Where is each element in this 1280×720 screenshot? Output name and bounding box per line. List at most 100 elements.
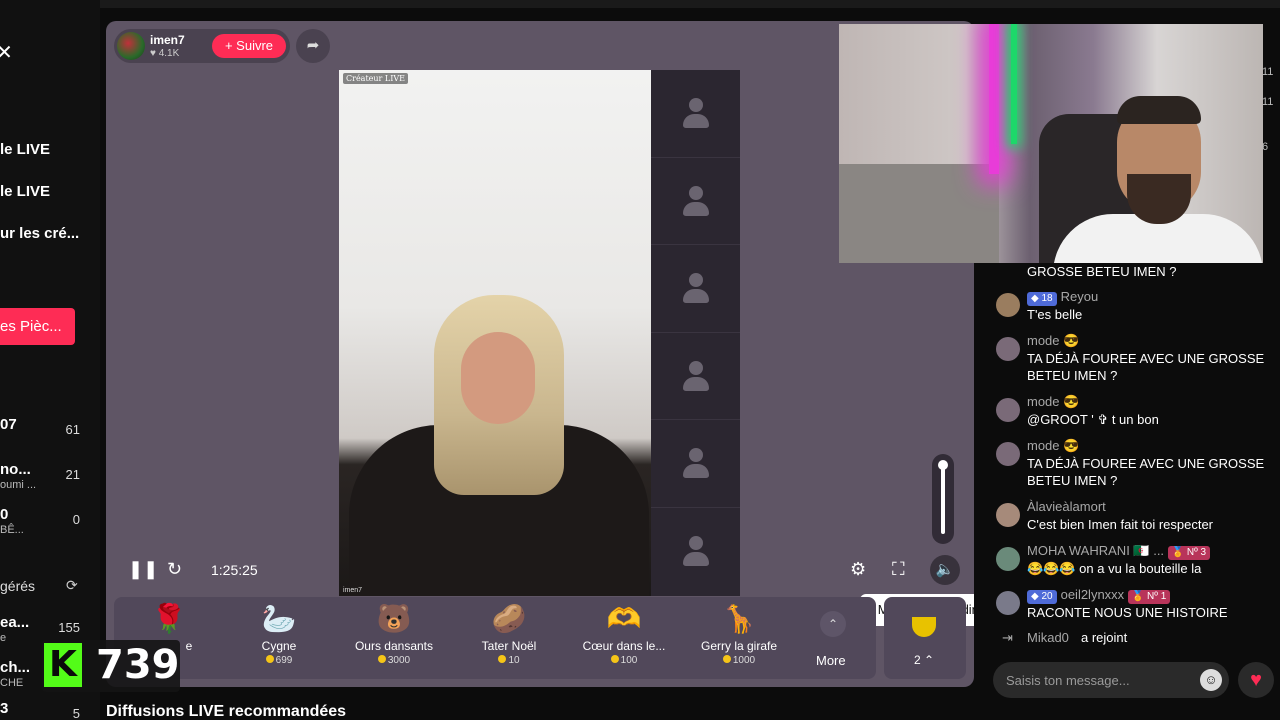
sidebar-link-creators[interactable]: ur les cré... [0,225,79,242]
volume-icon[interactable]: 🔈 [930,555,960,585]
person-placeholder-icon [683,535,709,568]
rank-badge-value: Nº 3 [1186,547,1207,558]
chat-username-text: oeil2lynxxx [1060,587,1125,602]
guest-slot[interactable] [651,158,740,246]
volume-slider[interactable] [932,454,954,544]
recommended-section-title: Diffusions LIVE recommandées [106,703,347,720]
person-placeholder-icon [683,360,709,393]
chat-message-text: TA DÉJÀ FOUREE AVEC UNE GROSSE BETEU IME… [1027,456,1265,488]
gift-name: Cygne [261,639,297,653]
heart-like-icon[interactable]: ♥ [1238,662,1274,698]
webcam-green-light [1011,24,1017,144]
chat-message-text: 😂😂😂 on a vu la bouteille la [1027,561,1202,576]
gift-price: 3000 [339,655,449,666]
kick-logo: K [44,643,82,687]
chat-message-text: RACONTE NOUS UNE HISTOIRE [1027,605,1228,620]
channel-subtitle: oumi ... [0,479,37,491]
gift-item[interactable]: 🫶 Cœur dans le... 100 [569,601,679,677]
gift-price-value: 3000 [387,655,411,666]
pause-icon[interactable]: ❚❚ [128,559,158,580]
level-badge: ◆ 18 [1027,292,1057,306]
level-badge-value: 18 [1041,293,1053,304]
guest-slot[interactable] [651,420,740,508]
chat-username[interactable]: Àlavieàlamort [1027,499,1106,514]
stream-time: 1:25:25 [211,562,258,578]
video-watermark: imen7 [343,587,363,594]
rank-badge-value: Nº 1 [1147,591,1167,602]
person-placeholder-icon [683,273,709,305]
follow-button[interactable]: + Suivre [212,34,286,58]
ranking-label: 2 ⌃ [914,653,934,667]
level-badge: ◆ 20 [1027,590,1057,604]
edge-number: 11 [1262,66,1274,78]
emoji-icon[interactable]: ☺ [1200,669,1222,691]
chat-username[interactable]: ◆ 18 Reyou [1027,289,1098,306]
gift-price: 100 [569,655,679,666]
host-info: imen7 ♥ 4.1K + Suivre [114,29,290,63]
avatar[interactable] [996,293,1020,317]
enter-icon: ⇥ [1002,630,1013,645]
close-icon[interactable]: ✕ [0,40,13,65]
chat-username[interactable]: MOHA WAHRANI 🇩🇿 ... 🏅 Nº 3 [1027,543,1214,560]
coins-button[interactable]: es Pièc... [0,308,75,345]
chat-username[interactable]: mode 😎 [1027,333,1079,349]
gift-item[interactable]: 🐻 Ours dansants 3000 [339,601,449,677]
gift-price-value: 100 [620,655,638,666]
settings-icon[interactable]: ⚙ [850,559,866,580]
avatar[interactable] [996,547,1020,571]
channel-count: 61 [65,422,80,437]
sidebar-link-live-2[interactable]: le LIVE [0,183,50,200]
host-avatar[interactable] [117,32,145,60]
channel-name: ea... [0,614,30,631]
sidebar-link-live-1[interactable]: le LIVE [0,141,50,158]
channel-name: 0 [0,506,9,523]
gift-bar: 🌹 e 🦢 Cygne 699 🐻 Ours dansants 3000 🥔 T… [114,597,876,679]
avatar[interactable] [996,442,1020,466]
guest-slot[interactable] [651,508,740,596]
webcam-hair [1117,96,1201,124]
avatar[interactable] [996,503,1020,527]
edge-number: 11 [1262,96,1274,108]
person-placeholder-icon [683,185,709,218]
guest-slot[interactable] [651,333,740,421]
gift-item[interactable]: 🦒 Gerry la girafe 1000 [684,601,794,677]
ranking-button[interactable]: 2 ⌃ [884,597,966,679]
fullscreen-icon[interactable]: ⛶ [892,559,905,580]
refresh-icon[interactable]: ⟳ [66,577,78,594]
avatar[interactable] [996,398,1020,422]
chat-username[interactable]: mode 😎 [1027,438,1079,454]
more-gifts-button[interactable]: More [816,653,846,668]
chat-username[interactable]: mode 😎 [1027,394,1079,410]
suggested-label: gérés [0,578,36,594]
replay-icon[interactable]: ↻ [167,559,182,580]
gift-price-value: 1000 [732,655,756,666]
level-badge-value: 20 [1041,591,1053,602]
chat-username[interactable]: ◆ 20 oeil2lynxxx 🏅 Nº 1 [1027,587,1174,604]
rank-badge: 🏅 Nº 3 [1167,546,1211,560]
host-likes: ♥ 4.1K [150,48,179,59]
guest-slot[interactable] [651,245,740,333]
chat-message-text: GROSSE BETEU IMEN ? [1027,264,1177,279]
volume-knob[interactable] [938,460,948,470]
avatar[interactable] [996,337,1020,361]
gift-item[interactable]: 🦢 Cygne 699 [224,601,334,677]
channel-count: 155 [58,620,80,635]
channel-subtitle: CHE [0,677,24,689]
chat-username-text: MOHA WAHRANI 🇩🇿 ... [1027,543,1165,558]
chat-message-text: T'es belle [1027,307,1083,322]
chat-message-input[interactable] [993,662,1229,698]
gift-item[interactable]: 🥔 Tater Noël 10 [454,601,564,677]
coin-icon [610,655,619,663]
chat-message-text: C'est bien Imen fait toi respecter [1027,517,1214,532]
guest-slot[interactable] [651,70,740,158]
chevron-up-icon[interactable]: ⌃ [820,611,846,637]
join-username[interactable]: Mikad0 [1027,630,1069,645]
avatar[interactable] [996,591,1020,615]
channel-name: 07 [0,416,17,433]
heart-hands-icon: 🫶 [606,603,642,634]
gift-name: Tater Noël [481,639,537,653]
host-name[interactable]: imen7 [150,33,185,47]
host-video[interactable]: Créateur LIVE imen7 [339,70,651,596]
share-icon[interactable]: ➦ [296,29,330,63]
chat-username-text: Reyou [1060,289,1099,304]
